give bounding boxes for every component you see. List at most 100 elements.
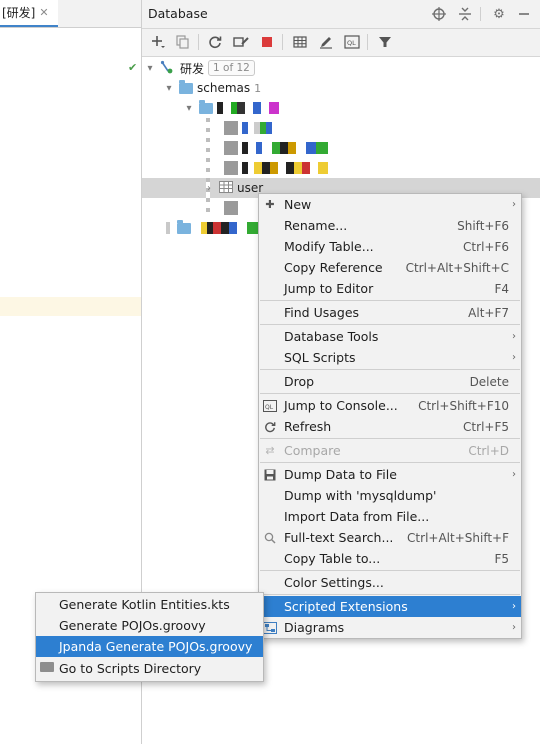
tree-node-datasource[interactable]: ▾ 研发 1 of 12 [144, 58, 255, 78]
diagram-icon [263, 621, 277, 635]
menu-item-compare: ⇄ Compare Ctrl+D [259, 440, 521, 461]
chevron-down-icon[interactable]: ▾ [183, 103, 195, 114]
header-separator [480, 7, 481, 21]
plus-icon: ✚ [265, 198, 275, 211]
menu-item-sql-scripts[interactable]: SQL Scripts › [259, 347, 521, 368]
menu-item-jump-to-console[interactable]: QL Jump to Console... Ctrl+Shift+F10 [259, 395, 521, 416]
table-icon [224, 201, 238, 215]
svg-text:QL: QL [265, 404, 274, 411]
tree-node-table[interactable] [224, 198, 256, 218]
menu-item-rename[interactable]: Rename... Shift+F6 [259, 215, 521, 236]
add-icon[interactable] [148, 32, 168, 52]
toolbar-separator [198, 34, 199, 50]
chevron-right-icon: › [512, 352, 516, 363]
refresh-icon[interactable] [205, 32, 225, 52]
menu-item-copy-reference[interactable]: Copy Reference Ctrl+Alt+Shift+C [259, 257, 521, 278]
menu-separator [260, 438, 520, 439]
chevron-down-icon[interactable]: ▾ [144, 63, 156, 74]
tree-node-table[interactable] [224, 158, 328, 178]
tree-node-table[interactable] [224, 138, 328, 158]
menu-separator [260, 300, 520, 301]
datasource-label: 研发 [180, 61, 205, 76]
obscured-label [195, 222, 259, 234]
gear-icon[interactable]: ⚙ [490, 5, 508, 23]
data-source-properties-icon[interactable] [231, 32, 251, 52]
close-icon[interactable]: ✕ [39, 6, 48, 19]
filter-icon[interactable] [375, 32, 395, 52]
tree-node-schemas[interactable]: ▾ schemas 1 [163, 78, 261, 98]
menu-item-import-data[interactable]: Import Data from File... [259, 506, 521, 527]
folder-icon [179, 79, 193, 94]
table-icon [219, 180, 233, 196]
menu-item-find-usages[interactable]: Find Usages Alt+F7 [259, 302, 521, 323]
tree-guide-line [206, 118, 210, 214]
menu-item-full-text-search[interactable]: Full-text Search... Ctrl+Alt+Shift+F [259, 527, 521, 548]
tree-node-table[interactable] [224, 118, 272, 138]
context-menu: ✚ New › Rename... Shift+F6 Modify Table.… [258, 193, 522, 639]
obscured-label [242, 162, 328, 174]
menu-item-new[interactable]: ✚ New › [259, 194, 521, 215]
editor-tab-label: [研发] [2, 6, 36, 20]
menu-item-diagrams[interactable]: Diagrams › [259, 617, 521, 638]
menu-separator [260, 393, 520, 394]
menu-item-color-settings[interactable]: Color Settings... [259, 572, 521, 593]
chevron-right-icon: › [512, 469, 516, 480]
duplicate-icon[interactable] [173, 32, 193, 52]
tree-node-user-table[interactable]: › user [203, 178, 263, 198]
submenu-item-generate-kotlin-entities[interactable]: Generate Kotlin Entities.kts [36, 594, 263, 615]
chevron-down-icon[interactable]: ▾ [163, 83, 175, 94]
menu-item-copy-table-to[interactable]: Copy Table to... F5 [259, 548, 521, 569]
datasource-count-badge: 1 of 12 [208, 60, 255, 76]
menu-item-dump-data-to-file[interactable]: Dump Data to File › [259, 464, 521, 485]
menu-item-modify-table[interactable]: Modify Table... Ctrl+F6 [259, 236, 521, 257]
save-icon [263, 468, 277, 482]
menu-item-refresh[interactable]: Refresh Ctrl+F5 [259, 416, 521, 437]
console-icon[interactable]: QL [342, 32, 362, 52]
menu-separator [260, 570, 520, 571]
submenu-item-generate-pojos[interactable]: Generate POJOs.groovy [36, 615, 263, 636]
schemas-label: schemas [197, 81, 251, 95]
schemas-count: 1 [254, 81, 262, 95]
obscured-icon [163, 222, 173, 234]
obscured-label [217, 102, 279, 114]
tree-node-obscured[interactable] [163, 218, 259, 238]
menu-separator [260, 462, 520, 463]
table-icon [224, 161, 238, 175]
chevron-right-icon: › [512, 199, 516, 210]
connected-check-icon: ✔ [128, 61, 138, 74]
stop-icon[interactable] [257, 32, 277, 52]
submenu-item-go-to-scripts-directory[interactable]: Go to Scripts Directory [36, 658, 263, 679]
menu-item-jump-to-editor[interactable]: Jump to Editor F4 [259, 278, 521, 299]
database-toolbar [142, 29, 540, 57]
folder-icon [199, 99, 213, 114]
edit-icon[interactable] [316, 32, 336, 52]
current-line-highlight [0, 297, 141, 316]
menu-separator [260, 594, 520, 595]
chevron-right-icon: › [512, 622, 516, 633]
compare-icon: ⇄ [265, 444, 275, 457]
submenu-item-jpanda-generate-pojos[interactable]: Jpanda Generate POJOs.groovy [36, 636, 263, 657]
chevron-right-icon[interactable]: › [203, 183, 215, 194]
refresh-icon [263, 420, 277, 434]
menu-item-dump-with-mysqldump[interactable]: Dump with 'mysqldump' [259, 485, 521, 506]
menu-separator [260, 369, 520, 370]
folder-icon [177, 219, 191, 234]
toolbar-separator [367, 34, 368, 50]
tree-node-schema[interactable]: ▾ [183, 98, 279, 118]
table-icon [224, 121, 238, 135]
collapse-all-icon[interactable] [456, 5, 474, 23]
table-editor-icon[interactable] [290, 32, 310, 52]
console-icon: QL [263, 399, 277, 413]
table-icon [224, 141, 238, 155]
obscured-label [242, 202, 256, 214]
locate-icon[interactable] [430, 5, 448, 23]
obscured-label [242, 122, 272, 134]
editor-tab[interactable]: [研发] ✕ [0, 0, 58, 27]
chevron-right-icon: › [512, 331, 516, 342]
menu-item-drop[interactable]: Drop Delete [259, 371, 521, 392]
svg-text:QL: QL [347, 39, 356, 47]
menu-item-scripted-extensions[interactable]: Scripted Extensions › [259, 596, 521, 617]
minimize-icon[interactable] [515, 5, 533, 23]
scripted-extensions-submenu: Generate Kotlin Entities.kts Generate PO… [35, 592, 264, 682]
menu-item-database-tools[interactable]: Database Tools › [259, 326, 521, 347]
